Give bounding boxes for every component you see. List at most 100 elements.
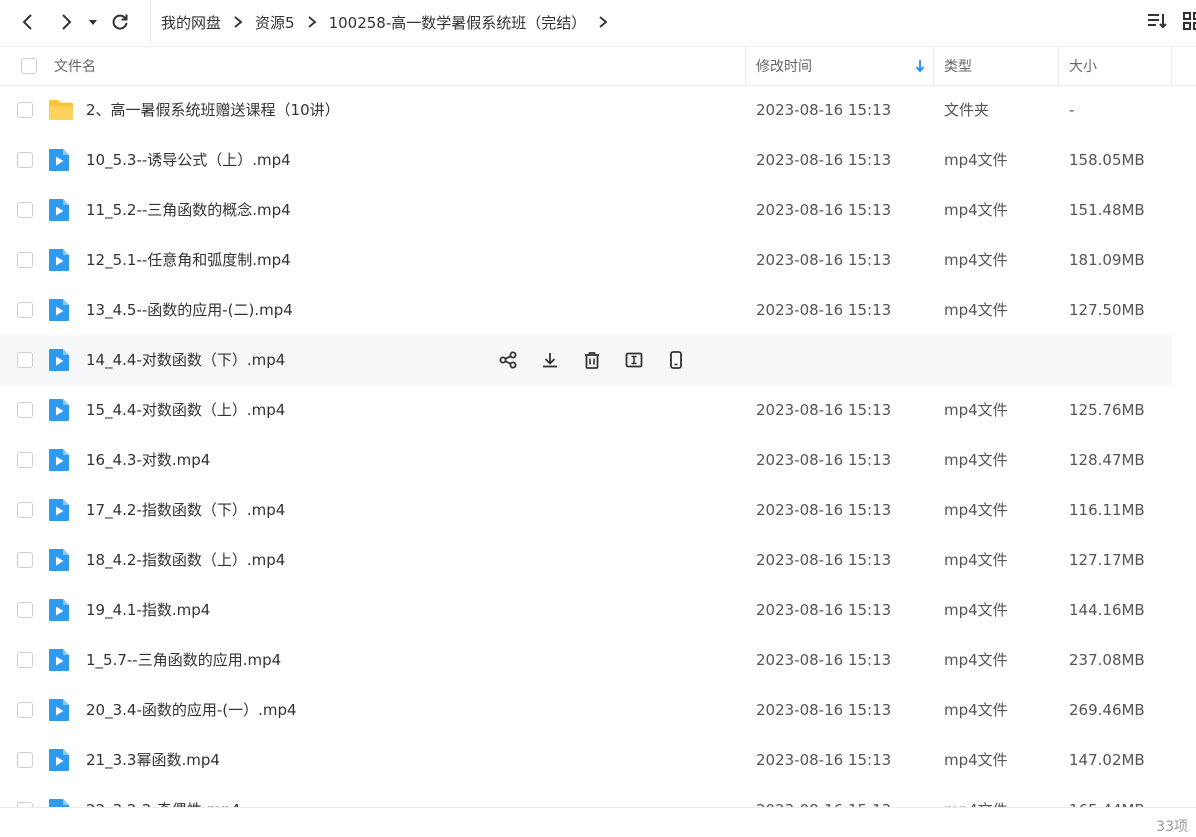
- select-all-checkbox[interactable]: [21, 58, 37, 74]
- breadcrumb-item[interactable]: 100258-高一数学暑假系统班（完结）: [329, 12, 587, 33]
- file-name[interactable]: 16_4.3-对数.mp4: [86, 435, 210, 485]
- download-icon[interactable]: [538, 348, 562, 372]
- table-row[interactable]: 14_4.4-对数函数（下）.mp4: [0, 335, 1172, 385]
- file-name[interactable]: 11_5.2--三角函数的概念.mp4: [86, 185, 291, 235]
- column-divider: [933, 47, 934, 85]
- table-row[interactable]: 11_5.2--三角函数的概念.mp4 2023-08-16 15:13 mp4文件…: [0, 185, 1172, 235]
- table-row[interactable]: 1_5.7--三角函数的应用.mp4 2023-08-16 15:13 mp4文件 2…: [0, 635, 1172, 685]
- caret-down-icon[interactable]: [82, 8, 104, 36]
- file-name[interactable]: 21_3.3幂函数.mp4: [86, 735, 220, 785]
- file-name[interactable]: 17_4.2-指数函数（下）.mp4: [86, 485, 285, 535]
- row-checkbox[interactable]: [17, 102, 33, 118]
- file-size: 127.17MB: [1069, 551, 1145, 569]
- file-type: mp4文件: [944, 301, 1008, 319]
- file-size: 127.50MB: [1069, 301, 1145, 319]
- table-row[interactable]: 10_5.3--诱导公式（上）.mp4 2023-08-16 15:13 mp4文件…: [0, 135, 1172, 185]
- sort-list-icon[interactable]: [1146, 10, 1168, 36]
- file-size: 116.11MB: [1069, 501, 1145, 519]
- modified-time: 2023-08-16 15:13: [756, 785, 891, 807]
- video-file-icon: [48, 448, 72, 472]
- modified-time: 2023-08-16 15:13: [756, 401, 892, 419]
- chevron-left-icon[interactable]: [14, 8, 42, 36]
- file-name[interactable]: 22_3.2-2-奇偶性.mp4: [86, 785, 240, 807]
- column-header-size[interactable]: 大小: [1069, 47, 1097, 85]
- video-file-icon: [48, 498, 72, 522]
- row-checkbox[interactable]: [17, 202, 33, 218]
- breadcrumb-item[interactable]: 资源5: [255, 12, 295, 33]
- sort-desc-icon[interactable]: [915, 59, 925, 77]
- modified-time: 2023-08-16 15:13: [756, 751, 892, 769]
- row-checkbox[interactable]: [17, 552, 33, 568]
- folder-icon: [48, 98, 73, 122]
- file-size: 158.05MB: [1069, 151, 1145, 169]
- refresh-icon[interactable]: [106, 8, 134, 36]
- file-name[interactable]: 2、高一暑假系统班赠送课程（10讲）: [86, 85, 340, 135]
- table-row[interactable]: 12_5.1--任意角和弧度制.mp4 2023-08-16 15:13 mp4文件…: [0, 235, 1172, 285]
- status-bar: 33项: [0, 807, 1196, 837]
- file-name[interactable]: 13_4.5--函数的应用-(二).mp4: [86, 285, 293, 335]
- table-row[interactable]: 22_3.2-2-奇偶性.mp4 2023-08-16 15:13 mp4文件 165…: [0, 785, 1172, 807]
- file-name[interactable]: 15_4.4-对数函数（上）.mp4: [86, 385, 285, 435]
- table-row[interactable]: 18_4.2-指数函数（上）.mp4 2023-08-16 15:13 mp4文件 1…: [0, 535, 1172, 585]
- row-checkbox[interactable]: [17, 302, 33, 318]
- table-row[interactable]: 13_4.5--函数的应用-(二).mp4 2023-08-16 15:13 mp4…: [0, 285, 1172, 335]
- row-checkbox[interactable]: [17, 152, 33, 168]
- file-type: mp4文件: [944, 751, 1008, 769]
- table-row[interactable]: 16_4.3-对数.mp4 2023-08-16 15:13 mp4文件 128.47…: [0, 435, 1172, 485]
- table-row[interactable]: 20_3.4-函数的应用-(一）.mp4 2023-08-16 15:13 mp4文…: [0, 685, 1172, 735]
- table-row[interactable]: 21_3.3幂函数.mp4 2023-08-16 15:13 mp4文件 147.02…: [0, 735, 1172, 785]
- file-type: 文件夹: [944, 101, 990, 119]
- row-checkbox[interactable]: [17, 502, 33, 518]
- row-checkbox[interactable]: [17, 352, 33, 368]
- chevron-right-icon[interactable]: [52, 8, 80, 36]
- file-size: 269.46MB: [1069, 701, 1145, 719]
- column-header-type[interactable]: 类型: [944, 47, 972, 85]
- row-checkbox[interactable]: [17, 652, 33, 668]
- toolbar: 我的网盘 资源5 100258-高一数学暑假系统班（完结）: [0, 0, 1196, 44]
- phone-icon[interactable]: [664, 348, 688, 372]
- file-name[interactable]: 1_5.7--三角函数的应用.mp4: [86, 635, 281, 685]
- file-name[interactable]: 10_5.3--诱导公式（上）.mp4: [86, 135, 291, 185]
- modified-time: 2023-08-16 15:13: [756, 551, 892, 569]
- row-checkbox[interactable]: [17, 752, 33, 768]
- share-icon[interactable]: [496, 348, 520, 372]
- file-name[interactable]: 20_3.4-函数的应用-(一）.mp4: [86, 685, 297, 735]
- table-row[interactable]: 17_4.2-指数函数（下）.mp4 2023-08-16 15:13 mp4文件 1…: [0, 485, 1172, 535]
- table-row[interactable]: 19_4.1-指数.mp4 2023-08-16 15:13 mp4文件 144.16…: [0, 585, 1172, 635]
- row-checkbox[interactable]: [17, 252, 33, 268]
- row-checkbox[interactable]: [17, 402, 33, 418]
- file-type: mp4文件: [944, 651, 1008, 669]
- column-divider: [1171, 47, 1172, 85]
- grid-view-icon[interactable]: [1182, 10, 1196, 36]
- row-checkbox[interactable]: [17, 702, 33, 718]
- file-name[interactable]: 14_4.4-对数函数（下）.mp4: [86, 335, 285, 385]
- file-size: 181.09MB: [1069, 251, 1145, 269]
- file-size: 128.47MB: [1069, 451, 1145, 469]
- delete-icon[interactable]: [580, 348, 604, 372]
- rename-icon[interactable]: [622, 348, 646, 372]
- chevron-right-icon[interactable]: [598, 15, 608, 29]
- column-header-modified[interactable]: 修改时间: [756, 47, 812, 85]
- video-file-icon: [48, 548, 72, 572]
- table-row[interactable]: 15_4.4-对数函数（上）.mp4 2023-08-16 15:13 mp4文件 1…: [0, 385, 1172, 435]
- file-name[interactable]: 19_4.1-指数.mp4: [86, 585, 210, 635]
- file-size: 237.08MB: [1069, 651, 1145, 669]
- file-type: mp4文件: [944, 151, 1008, 169]
- file-name[interactable]: 18_4.2-指数函数（上）.mp4: [86, 535, 285, 585]
- row-actions: [496, 348, 688, 372]
- video-file-icon: [48, 398, 72, 422]
- file-size: -: [1069, 101, 1075, 119]
- row-checkbox[interactable]: [17, 602, 33, 618]
- table-row[interactable]: 2、高一暑假系统班赠送课程（10讲） 2023-08-16 15:13 文件夹 -: [0, 85, 1172, 135]
- column-divider: [1058, 47, 1059, 85]
- breadcrumb-item[interactable]: 我的网盘: [161, 12, 221, 33]
- file-type: mp4文件: [944, 401, 1008, 419]
- file-type: mp4文件: [944, 785, 1008, 807]
- breadcrumb: 我的网盘 资源5 100258-高一数学暑假系统班（完结）: [150, 0, 620, 44]
- file-name[interactable]: 12_5.1--任意角和弧度制.mp4: [86, 235, 291, 285]
- column-header-name[interactable]: 文件名: [54, 47, 96, 85]
- modified-time: 2023-08-16 15:13: [756, 451, 892, 469]
- file-type: mp4文件: [944, 501, 1008, 519]
- row-checkbox[interactable]: [17, 452, 33, 468]
- video-file-icon: [48, 298, 72, 322]
